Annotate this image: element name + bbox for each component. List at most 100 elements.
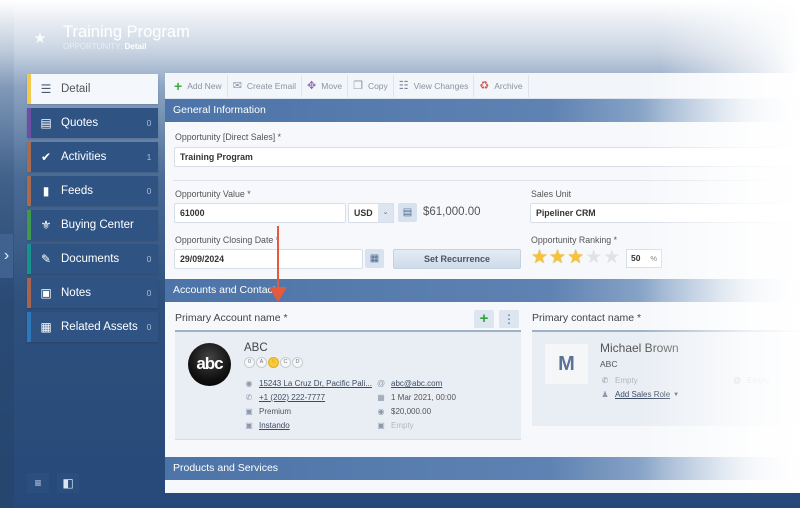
sidebar-item-related-assets[interactable]: ▦ Related Assets 0	[27, 312, 158, 342]
account-name[interactable]: ABC	[244, 342, 268, 354]
sidebar-item-buying-center[interactable]: ⚜ Buying Center	[27, 210, 158, 240]
sidebar-item-detail[interactable]: ☰ Detail	[27, 74, 158, 104]
annotation-arrow-head	[269, 287, 287, 302]
more-options-button[interactable]: ⋮	[499, 310, 519, 328]
expand-panel-button[interactable]: ›	[0, 234, 13, 278]
currency-history-icon[interactable]: ▤	[398, 203, 417, 222]
phone-icon: ✆	[601, 376, 609, 385]
set-recurrence-button[interactable]: Set Recurrence	[393, 249, 521, 269]
add-sales-role-link[interactable]: Add Sales Role	[615, 390, 670, 399]
chevron-down-icon[interactable]: ⌄	[378, 204, 393, 222]
opportunity-value-label: Opportunity Value *	[175, 189, 251, 199]
account-email[interactable]: abc@abc.com	[391, 379, 442, 388]
sales-unit-field[interactable]: Pipeliner CRM	[530, 203, 800, 223]
page-title: Training Program	[63, 23, 190, 41]
list-icon: ☰	[40, 82, 52, 96]
primary-contact-label: Primary contact name *	[532, 312, 642, 324]
grade-badge[interactable]: A	[256, 357, 267, 368]
calendar-icon[interactable]: ▦	[365, 249, 384, 268]
quote-icon: ▤	[40, 116, 52, 130]
ranking-percent-field[interactable]: 50 %	[626, 249, 662, 268]
sidebar-item-activities[interactable]: ✔ Activities 1	[27, 142, 158, 172]
list-view-icon[interactable]: ≡	[27, 473, 49, 493]
breadcrumb-current: Detail	[124, 42, 147, 51]
sidebar-item-count: 1	[146, 152, 152, 162]
ranking-star-icon[interactable]: ★	[531, 248, 548, 268]
ranking-star-icon[interactable]: ★	[603, 248, 620, 268]
plus-icon: +	[174, 77, 183, 94]
account-extra: Empty	[391, 421, 414, 430]
ranking-stars[interactable]: ★ ★ ★ ★ ★	[531, 248, 621, 268]
accounts-contacts-body: Primary Account name * + ⋮ abc ABC 0ABCD…	[165, 302, 800, 457]
contact-name[interactable]: Michael Brown	[600, 341, 679, 355]
sidebar-item-quotes[interactable]: ▤ Quotes 0	[27, 108, 158, 138]
add-new-button[interactable]: + Add New	[169, 74, 228, 97]
opportunity-name-field[interactable]: Training Program	[174, 147, 800, 167]
ranking-star-icon[interactable]: ★	[567, 248, 584, 268]
grade-badge[interactable]: 0	[244, 357, 255, 368]
opportunity-value-field[interactable]: 61000	[174, 203, 346, 223]
sidebar-item-label: Activities	[61, 151, 107, 163]
email-icon: ✉	[232, 80, 242, 92]
sidebar-footer: ≡ ◧	[27, 473, 79, 493]
caret-down-icon: ▼	[673, 391, 680, 398]
grade-badge[interactable]: D	[292, 357, 303, 368]
contact-card[interactable]: M Michael Brown ABC ✆ Empty @ Empty ♟ Ad…	[532, 330, 800, 426]
section-accounts-and-contacts[interactable]: Accounts and Contacts	[165, 279, 800, 302]
sidebar-item-label: Documents	[61, 253, 120, 265]
account-type: Premium	[259, 407, 292, 416]
sidebar-item-label: Detail	[61, 83, 91, 95]
closing-date-label: Opportunity Closing Date *	[175, 235, 280, 245]
ranking-star-icon[interactable]: ★	[549, 248, 566, 268]
sales-unit-label: Sales Unit	[531, 189, 572, 199]
sidebar-item-documents[interactable]: ✎ Documents 0	[27, 244, 158, 274]
create-email-button[interactable]: ✉ Create Email	[228, 74, 303, 97]
opportunity-label: Opportunity [Direct Sales] *	[175, 132, 282, 142]
breadcrumb: OPPORTUNITY: Detail	[63, 42, 146, 51]
account-owner[interactable]: Instando	[259, 421, 290, 430]
formatted-value: $61,000.00	[423, 206, 481, 218]
sidebar-item-count: 0	[146, 254, 152, 264]
ranking-label: Opportunity Ranking *	[531, 235, 618, 245]
chat-icon: ✔	[40, 150, 52, 164]
account-card[interactable]: abc ABC 0ABCD ◉ 15243 La Cruz Dr, Pacifi…	[175, 330, 521, 440]
move-button[interactable]: ✥ Move	[302, 74, 349, 97]
contact-company: ABC	[600, 359, 618, 369]
sidebar-item-label: Notes	[61, 287, 92, 299]
sidebar-item-feeds[interactable]: ▮ Feeds 0	[27, 176, 158, 206]
sidebar-item-notes[interactable]: ▣ Notes 0	[27, 278, 158, 308]
divider	[173, 180, 800, 181]
section-products-and-services[interactable]: Products and Services	[165, 457, 800, 480]
contact-phone: Empty	[615, 376, 638, 385]
sidebar-item-count: 0	[146, 186, 152, 196]
archive-button[interactable]: ♻ Archive	[474, 74, 529, 97]
at-icon: @	[732, 376, 742, 385]
dollar-icon: ◉	[377, 407, 385, 416]
account-revenue-row: ◉ $20,000.00	[376, 407, 432, 416]
sidebar-item-count: 0	[146, 322, 152, 332]
contact-email-row: @ Empty	[732, 376, 770, 385]
view-changes-button[interactable]: ☷ View Changes	[394, 74, 475, 97]
feeds-icon: ▮	[42, 184, 50, 198]
account-address[interactable]: 15243 La Cruz Dr, Pacific Pali...	[259, 379, 372, 388]
copy-button[interactable]: ❐ Copy	[348, 74, 394, 97]
move-icon: ✥	[307, 80, 317, 92]
add-account-button[interactable]: +	[474, 310, 494, 328]
star-icon[interactable]: ★	[24, 22, 56, 56]
products-body	[165, 480, 800, 493]
account-date-row: ▦ 1 Mar 2021, 00:00	[376, 393, 456, 402]
layout-edit-icon[interactable]: ◧	[57, 473, 79, 493]
closing-date-field[interactable]: 29/09/2024	[174, 249, 363, 269]
assets-icon: ▦	[40, 320, 52, 334]
account-revenue: $20,000.00	[391, 407, 432, 416]
grade-badge[interactable]: C	[280, 357, 291, 368]
section-general-information[interactable]: General Information	[165, 99, 800, 122]
account-phone[interactable]: +1 (202) 222-7777	[259, 393, 325, 402]
ranking-star-icon[interactable]: ★	[585, 248, 602, 268]
owner-icon: ▣	[245, 421, 253, 430]
org-chart-icon: ⚜	[40, 218, 52, 232]
sidebar-item-label: Feeds	[61, 185, 93, 197]
account-type-row: ▣ Premium	[244, 407, 291, 416]
grade-badge[interactable]: B	[268, 357, 279, 368]
person-icon: ♟	[601, 390, 609, 399]
